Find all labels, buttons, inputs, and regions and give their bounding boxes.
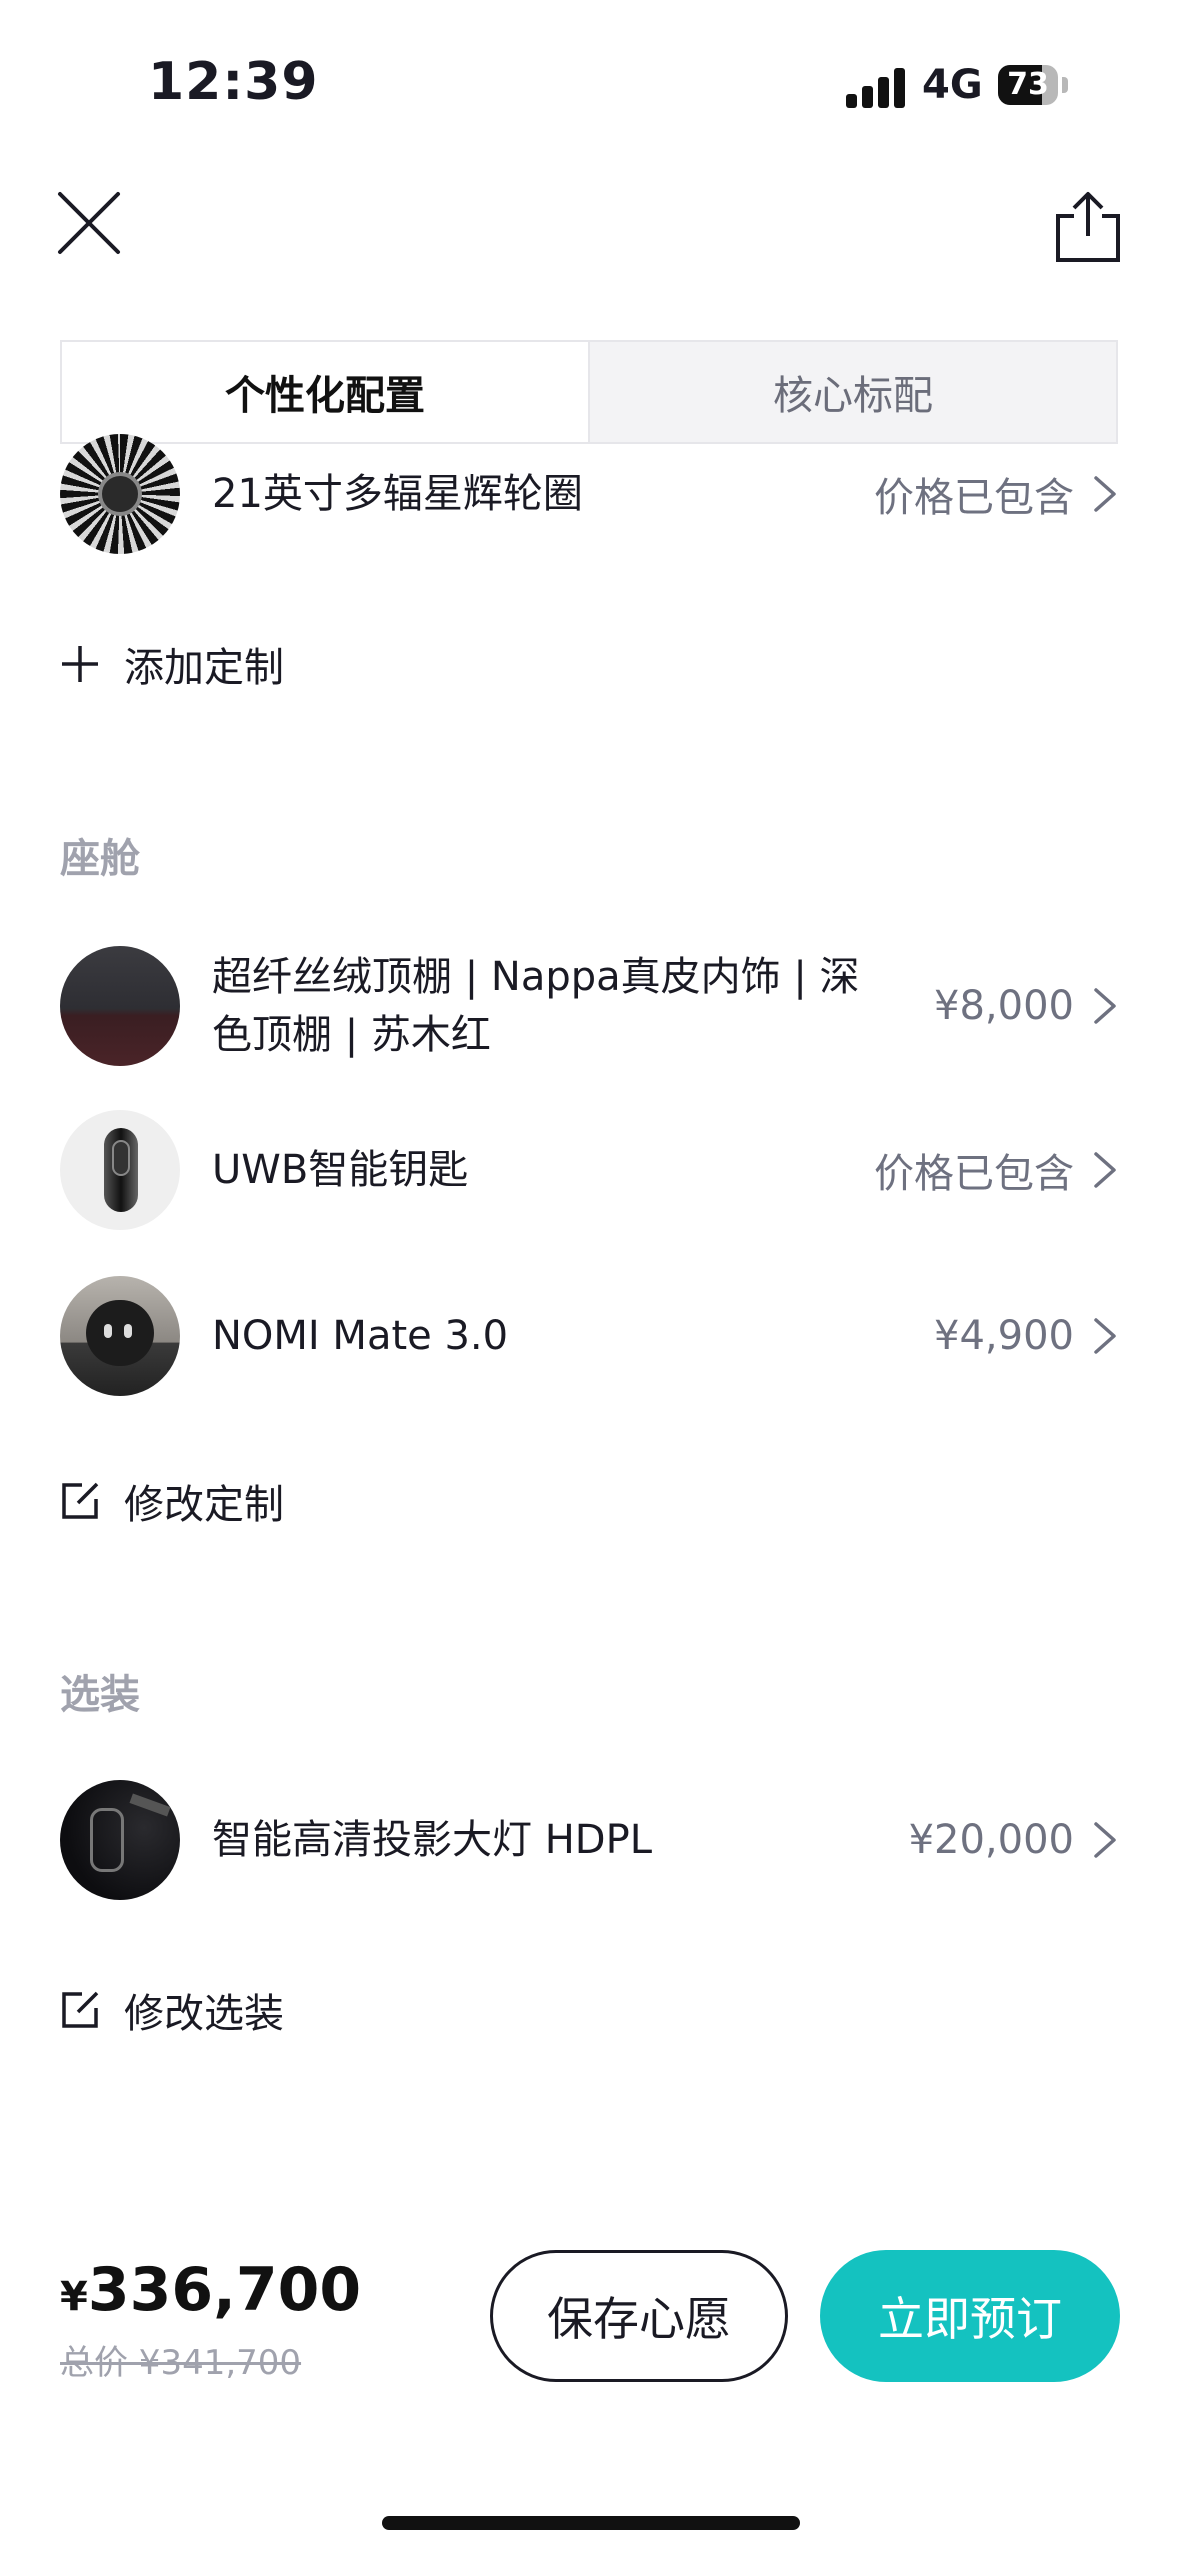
section-title-options: 选装: [60, 1672, 140, 1718]
total-price: ¥336,700: [60, 2255, 361, 2325]
chevron-right-icon: [1094, 1152, 1116, 1188]
close-icon: [58, 192, 120, 254]
list-item-wheels[interactable]: 21英寸多辐星辉轮圈 价格已包含: [60, 434, 1118, 554]
edit-icon: [62, 1991, 99, 2028]
item-price: ¥20,000: [908, 1817, 1074, 1863]
battery-icon: 73: [998, 65, 1058, 105]
modify-customization-button[interactable]: 修改定制: [60, 1466, 284, 1536]
list-item-nomi-mate[interactable]: NOMI Mate 3.0 ¥4,900: [60, 1276, 1118, 1396]
share-button[interactable]: [1050, 188, 1126, 264]
action-label: 添加定制: [124, 645, 284, 691]
share-icon: [1056, 192, 1120, 262]
list-item-interior[interactable]: 超纤丝绒顶棚 | Nappa真皮内饰 | 深色顶棚 | 苏木红 ¥8,000: [60, 944, 1118, 1068]
item-label: 超纤丝绒顶棚 | Nappa真皮内饰 | 深色顶棚 | 苏木红: [212, 954, 860, 1058]
save-wish-button[interactable]: 保存心愿: [490, 2250, 788, 2382]
chevron-right-icon: [1094, 1822, 1116, 1858]
item-label: NOMI Mate 3.0: [212, 1313, 509, 1359]
status-time: 12:39: [148, 52, 319, 112]
price-value: 336,700: [87, 2255, 362, 2325]
home-indicator: [382, 2516, 800, 2530]
edit-icon: [62, 1482, 99, 1519]
action-label: 修改定制: [124, 1482, 284, 1528]
headlight-thumbnail: [60, 1780, 180, 1900]
action-label: 修改选装: [124, 1991, 284, 2037]
config-tabs: 个性化配置 核心标配: [60, 340, 1118, 444]
tab-personalized-config[interactable]: 个性化配置: [62, 342, 590, 442]
tab-core-standard[interactable]: 核心标配: [590, 342, 1116, 442]
item-label: UWB智能钥匙: [212, 1147, 469, 1193]
wheel-thumbnail: [60, 434, 180, 554]
item-price: ¥8,000: [934, 983, 1074, 1029]
currency-symbol: ¥: [60, 2274, 88, 2320]
item-label: 21英寸多辐星辉轮圈: [212, 471, 583, 517]
modify-options-button[interactable]: 修改选装: [60, 1975, 284, 2045]
order-now-button[interactable]: 立即预订: [820, 2250, 1120, 2382]
list-item-hdpl[interactable]: 智能高清投影大灯 HDPL ¥20,000: [60, 1780, 1118, 1900]
signal-icon: [846, 66, 906, 108]
item-price: 价格已包含: [874, 1151, 1074, 1197]
item-price: ¥4,900: [934, 1313, 1074, 1359]
add-customization-button[interactable]: 添加定制: [60, 629, 284, 699]
close-button[interactable]: [56, 190, 126, 260]
list-item-uwb-key[interactable]: UWB智能钥匙 价格已包含: [60, 1110, 1118, 1230]
network-type: 4G: [922, 62, 983, 108]
interior-thumbnail: [60, 946, 180, 1066]
status-bar: 12:39 4G 73: [0, 0, 1179, 150]
nomi-thumbnail: [60, 1276, 180, 1396]
battery-percent: 73: [1007, 67, 1049, 102]
chevron-right-icon: [1094, 988, 1116, 1024]
chevron-right-icon: [1094, 476, 1116, 512]
battery-tip: [1062, 77, 1068, 93]
item-label: 智能高清投影大灯 HDPL: [212, 1817, 652, 1863]
plus-icon: [62, 646, 98, 682]
item-price: 价格已包含: [874, 475, 1074, 521]
original-price: 总价 ¥341,700: [60, 2343, 302, 2383]
chevron-right-icon: [1094, 1318, 1116, 1354]
section-title-cabin: 座舱: [60, 836, 140, 882]
key-thumbnail: [60, 1110, 180, 1230]
